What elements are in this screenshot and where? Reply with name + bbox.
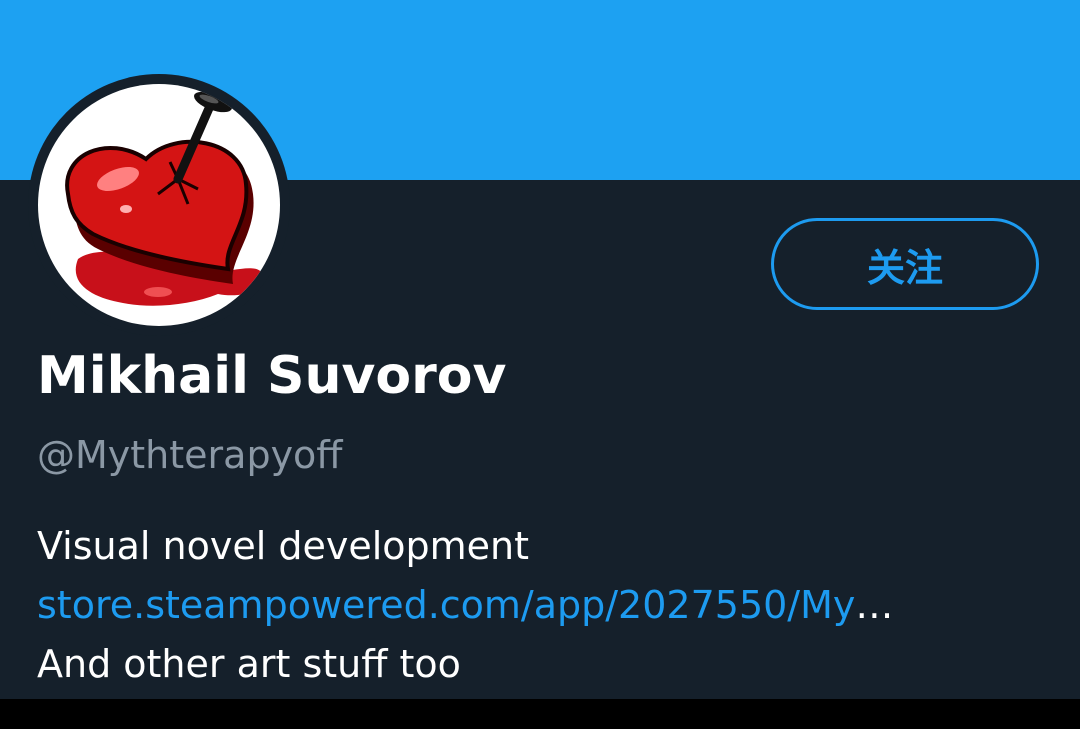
display-name: Mikhail Suvorov	[37, 346, 507, 406]
avatar[interactable]	[38, 84, 280, 326]
bio-line: And other art stuff too	[37, 642, 461, 686]
bio-link-ellipsis: …	[855, 583, 894, 627]
heart-pierced-by-nail-icon	[65, 91, 265, 306]
follow-button-label: 关注	[866, 245, 943, 290]
bio-line: Visual novel development	[37, 524, 530, 568]
profile-header: 关注 Mikhail Suvorov @Mythterapyoff Visual…	[0, 0, 1080, 729]
follow-button[interactable]: 关注	[771, 218, 1039, 310]
bottom-bar	[0, 699, 1080, 729]
bio-link[interactable]: store.steampowered.com/app/2027550/My…	[37, 576, 893, 634]
user-handle: @Mythterapyoff	[37, 433, 343, 477]
bio-link-text[interactable]: store.steampowered.com/app/2027550/My	[37, 583, 855, 627]
